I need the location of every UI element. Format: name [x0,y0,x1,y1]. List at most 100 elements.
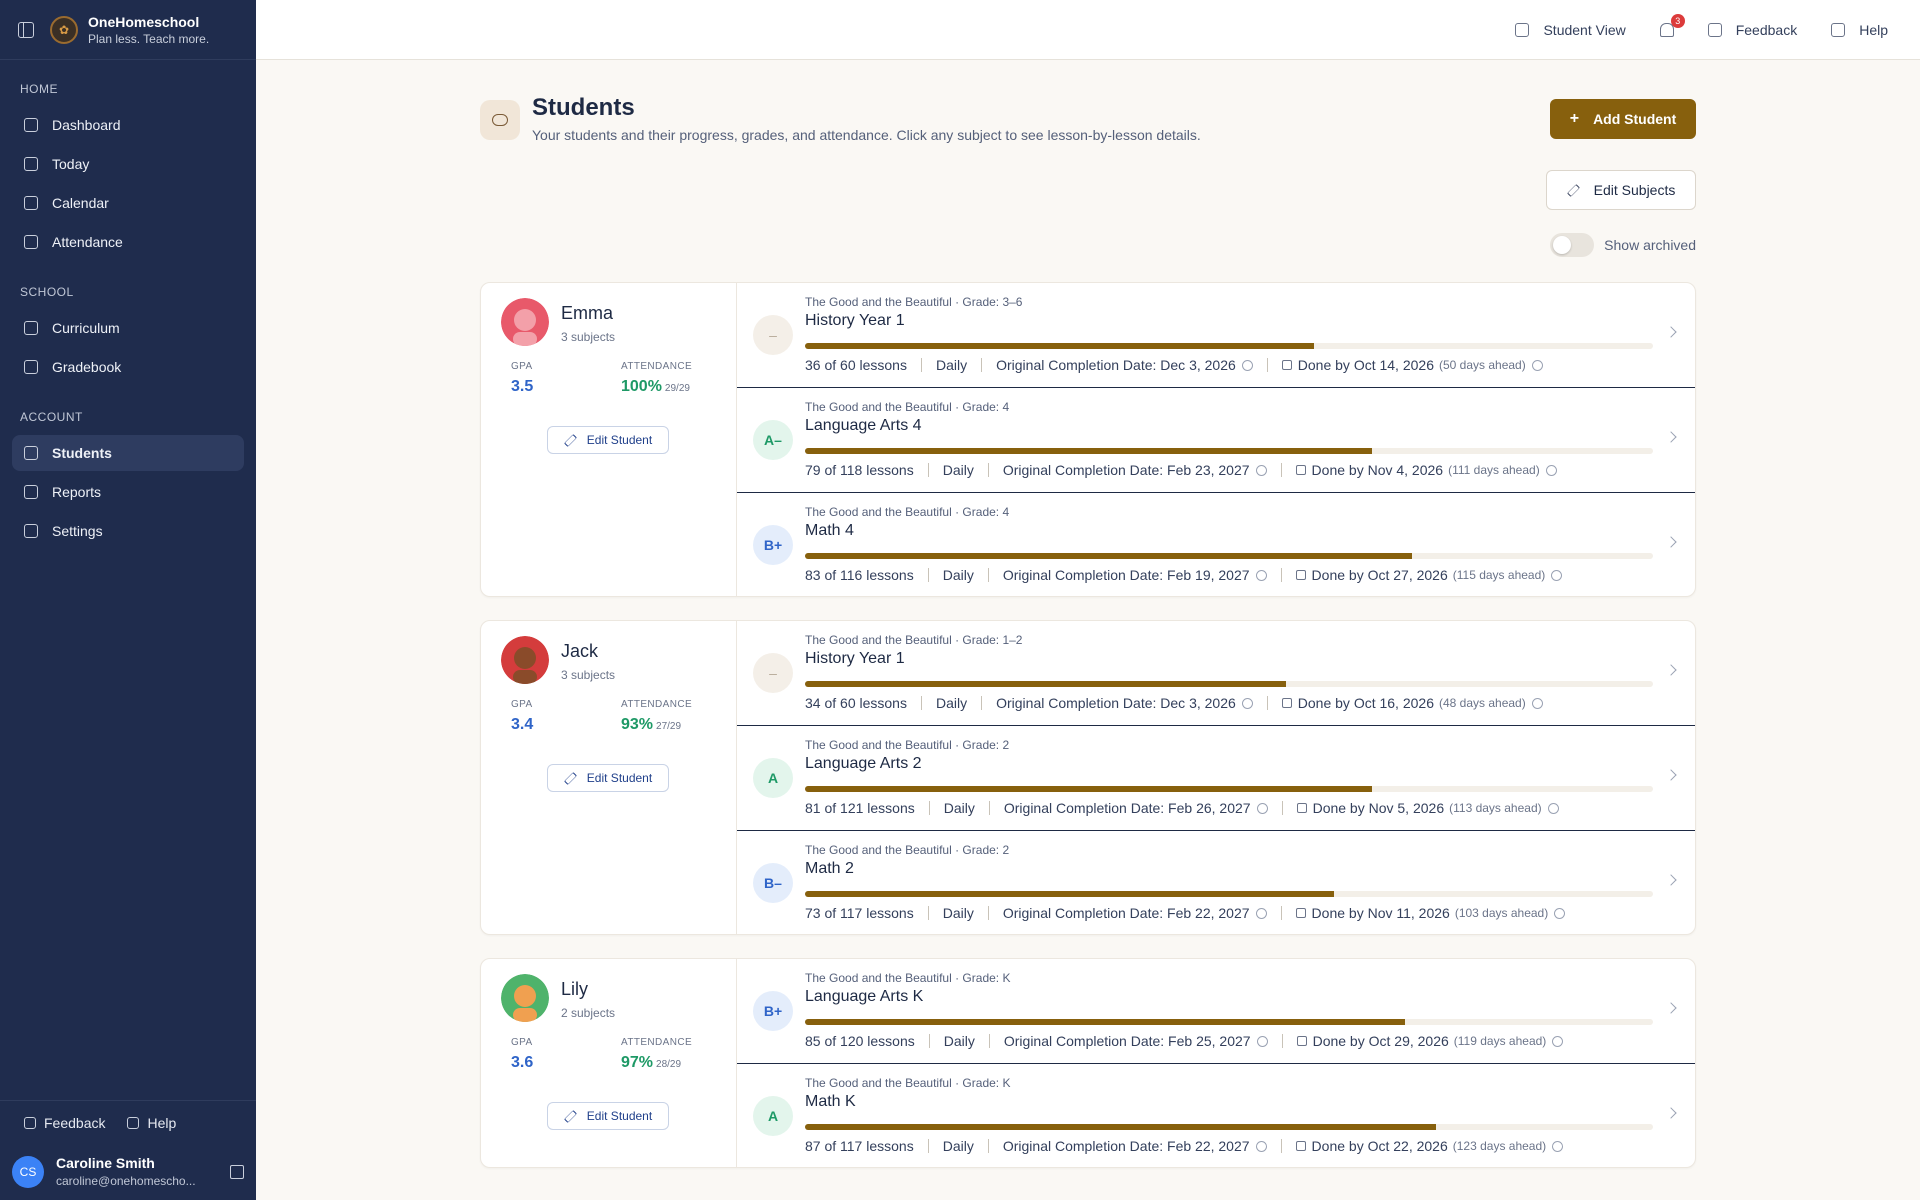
help-button[interactable]: Help [1831,22,1888,38]
info-icon[interactable] [1256,802,1268,814]
grade-badge: A [753,758,793,798]
subjects-list: B+ The Good and the Beautiful · Grade: K… [737,959,1695,1167]
divider [987,906,989,920]
info-icon[interactable] [1531,359,1543,371]
info-icon[interactable] [1241,359,1253,371]
info-icon[interactable] [1255,464,1267,476]
bell-icon: 3 [1659,13,1685,37]
sidebar-item-calendar[interactable]: Calendar [12,185,244,221]
info-icon[interactable] [1554,907,1566,919]
notifications-button[interactable]: 3 [1659,13,1685,37]
info-icon[interactable] [1531,697,1543,709]
original-completion-date: Original Completion Date: Dec 3, 2026 [996,357,1236,373]
grade-badge: B+ [753,991,793,1031]
info-icon[interactable] [1551,569,1563,581]
info-icon[interactable] [1256,1035,1268,1047]
edit-student-button[interactable]: Edit Student [547,1102,669,1130]
divider [928,801,930,815]
days-ahead: (115 days ahead) [1452,568,1546,582]
student-view-button[interactable]: Student View [1515,22,1626,38]
subject-row[interactable]: – The Good and the Beautiful · Grade: 1–… [737,621,1695,726]
done-by-date: Done by Oct 27, 2026 [1311,567,1448,583]
chevron-right-icon[interactable] [1665,1002,1677,1014]
add-student-button[interactable]: + Add Student [1550,99,1696,139]
subject-title: Language Arts 2 [805,755,922,772]
sidebar-item-students[interactable]: Students [12,435,244,471]
chevron-right-icon[interactable] [1665,536,1677,548]
chevron-right-icon[interactable] [1665,431,1677,443]
sidebar-item-label: Reports [52,484,102,500]
subject-row[interactable]: B+ The Good and the Beautiful · Grade: 4… [737,493,1695,598]
sidebar-feedback-link[interactable]: Feedback [24,1115,105,1131]
today-icon [24,157,38,171]
attendance-days: 28/29 [656,1059,682,1070]
sidebar-item-today[interactable]: Today [12,146,244,182]
plus-icon: + [1569,110,1580,127]
sidebar-item-attendance[interactable]: Attendance [12,224,244,260]
chevron-right-icon[interactable] [1665,1107,1677,1119]
sidebar-item-curriculum[interactable]: Curriculum [12,310,244,346]
days-ahead: (50 days ahead) [1438,358,1526,372]
lessons-count: 87 of 117 lessons [805,1138,914,1154]
edit-student-button[interactable]: Edit Student [547,426,669,454]
progress-fill [805,681,1286,687]
done-by-date: Done by Oct 22, 2026 [1311,1138,1448,1154]
edit-subjects-button[interactable]: Edit Subjects [1546,170,1696,210]
add-student-label: Add Student [1593,111,1677,127]
sidebar-item-dashboard[interactable]: Dashboard [12,107,244,143]
attendance-label: ATTENDANCE [621,361,693,372]
info-icon[interactable] [1552,1035,1564,1047]
subject-row[interactable]: B+ The Good and the Beautiful · Grade: K… [737,959,1695,1064]
toggle-switch[interactable] [1550,233,1595,257]
sidebar-item-label: Settings [52,523,103,539]
sidebar-item-reports[interactable]: Reports [12,474,244,510]
main-content: Students Your students and their progres… [480,60,1696,1168]
info-icon[interactable] [1552,1140,1564,1152]
attendance-value: 93% [621,716,654,733]
divider [1281,801,1283,815]
subjects-list: – The Good and the Beautiful · Grade: 3–… [737,283,1695,596]
sidebar-help-link[interactable]: Help [127,1115,176,1131]
logout-icon[interactable] [230,1164,244,1179]
help-icon [1831,22,1846,37]
lessons-count: 34 of 60 lessons [805,695,907,711]
book-icon [24,321,38,335]
info-icon[interactable] [1241,697,1253,709]
help-label: Help [1859,21,1888,38]
subject-row[interactable]: – The Good and the Beautiful · Grade: 3–… [737,283,1695,388]
subject-row[interactable]: A The Good and the Beautiful · Grade: K … [737,1064,1695,1169]
sidebar-item-gradebook[interactable]: Gradebook [12,349,244,385]
info-icon[interactable] [1547,802,1559,814]
show-archived-toggle[interactable]: Show archived [1550,233,1696,257]
user-profile[interactable]: CS Caroline Smith caroline@onehomescho..… [0,1145,256,1200]
original-completion-date: Original Completion Date: Feb 19, 2027 [1002,567,1250,583]
info-icon[interactable] [1255,1140,1267,1152]
subject-row[interactable]: B– The Good and the Beautiful · Grade: 2… [737,831,1695,936]
page-subtitle: Your students and their progress, grades… [532,127,1201,143]
calendar-icon [1295,465,1306,475]
subject-details: 34 of 60 lessons Daily Original Completi… [805,695,1543,711]
subject-row[interactable]: A The Good and the Beautiful · Grade: 2 … [737,726,1695,831]
chevron-right-icon[interactable] [1665,874,1677,886]
divider [927,568,929,582]
divider [927,1139,929,1153]
chevron-right-icon[interactable] [1665,769,1677,781]
progress-bar [805,681,1653,687]
info-icon[interactable] [1545,464,1557,476]
subject-title: Math 2 [805,860,854,877]
edit-student-button[interactable]: Edit Student [547,764,669,792]
brand-tagline: Plan less. Teach more. [88,31,210,46]
chevron-right-icon[interactable] [1665,326,1677,338]
sidebar-item-settings[interactable]: Settings [12,513,244,549]
divider [988,1034,990,1048]
feedback-button[interactable]: Feedback [1707,22,1797,38]
calendar-icon [24,196,38,210]
sidebar-toggle-icon[interactable] [18,21,34,38]
avatar: CS [12,1155,44,1188]
info-icon[interactable] [1255,569,1267,581]
chevron-right-icon[interactable] [1665,664,1677,676]
subject-row[interactable]: A– The Good and the Beautiful · Grade: 4… [737,388,1695,493]
info-icon[interactable] [1255,907,1267,919]
attendance-label: ATTENDANCE [621,699,693,710]
gpa-stat: GPA 3.5 [511,361,611,396]
